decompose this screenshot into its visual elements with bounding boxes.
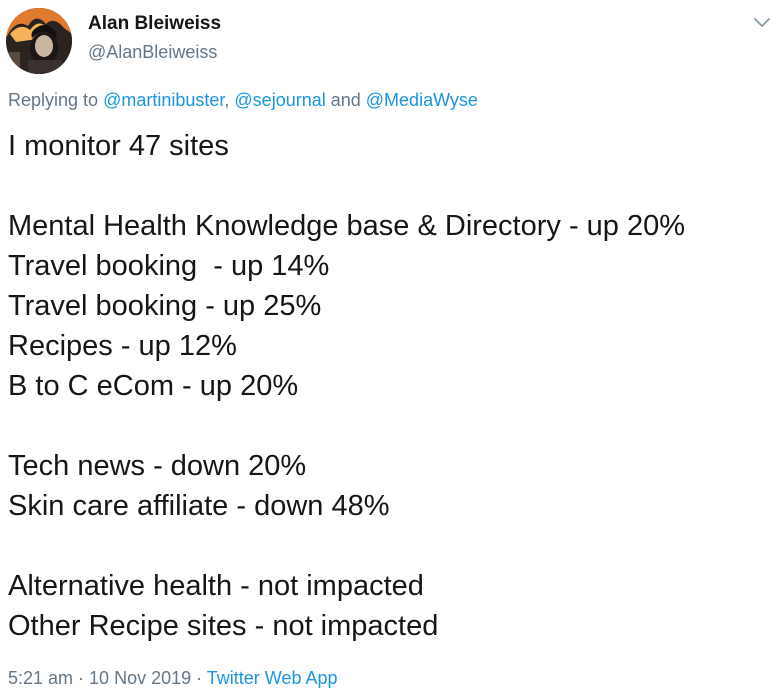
tweet-line [8,166,773,206]
tweet-line: I monitor 47 sites [8,130,229,162]
tweet-line: Mental Health Knowledge base & Directory… [8,210,686,242]
replying-separator: , [224,90,235,110]
tweet-line: Other Recipe sites - not impacted [8,610,439,642]
tweet-time[interactable]: 5:21 am [8,668,73,688]
chevron-down-icon[interactable] [750,10,774,34]
author-handle[interactable]: @AlanBleiweiss [88,42,217,63]
mention-link[interactable]: @martinibuster [103,90,224,110]
profile-photo-icon [6,8,72,74]
author-name[interactable]: Alan Bleiweiss [88,13,221,35]
meta-separator: · [191,668,207,688]
tweet-line: Skin care affiliate - down 48% [8,490,390,522]
replying-prefix: Replying to [8,90,104,110]
tweet-text: I monitor 47 sites Mental Health Knowled… [8,126,773,646]
tweet-line [8,526,773,566]
tweet-meta: 5:21 am · 10 Nov 2019 · Twitter Web App [8,668,338,689]
replying-separator: and [325,90,366,110]
tweet-client-link[interactable]: Twitter Web App [207,668,338,688]
tweet: Alan Bleiweiss @AlanBleiweiss Replying t… [0,0,780,700]
tweet-line: Tech news - down 20% [8,450,307,482]
mention-link[interactable]: @sejournal [234,90,325,110]
tweet-line: Recipes - up 12% [8,330,237,362]
meta-separator: · [73,668,90,688]
tweet-line: Alternative health - not impacted [8,570,424,602]
tweet-line [8,406,773,446]
tweet-line: Travel booking - up 14% [8,250,330,282]
avatar[interactable] [6,8,72,74]
tweet-line: B to C eCom - up 20% [8,370,299,402]
replying-to: Replying to @martinibuster, @sejournal a… [8,90,478,111]
mention-link[interactable]: @MediaWyse [366,90,478,110]
tweet-date[interactable]: 10 Nov 2019 [89,668,191,688]
tweet-line: Travel booking - up 25% [8,290,322,322]
